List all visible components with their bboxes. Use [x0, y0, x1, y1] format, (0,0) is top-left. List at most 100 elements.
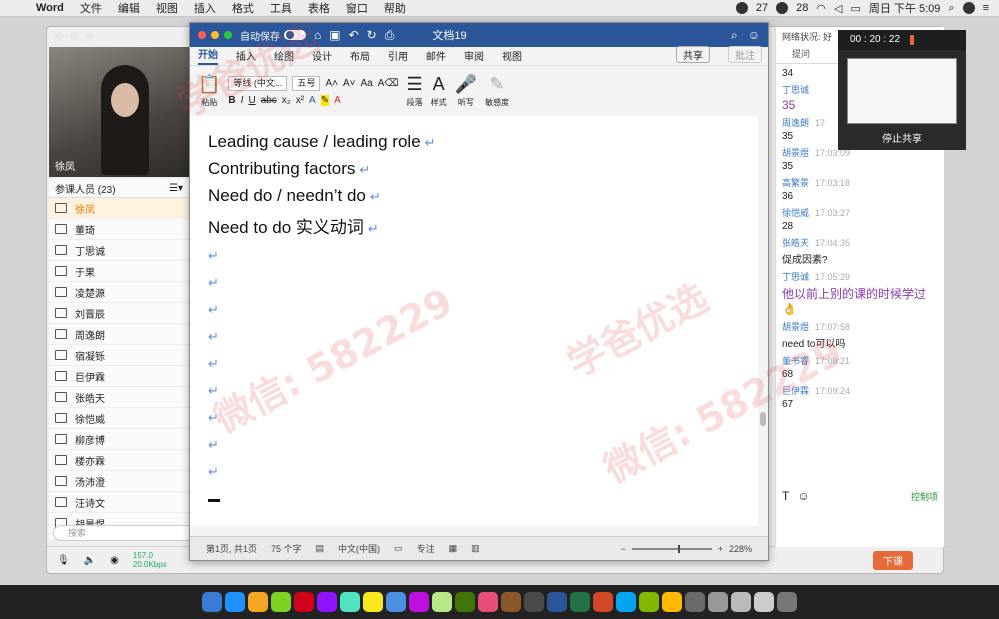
zoom-out-icon[interactable]: −: [620, 544, 625, 554]
emoji-icon[interactable]: ☺: [797, 489, 809, 503]
dock-app-icon[interactable]: [432, 592, 452, 612]
focus-icon[interactable]: ▭: [394, 543, 403, 554]
chat-sender[interactable]: 周逸朗: [782, 118, 809, 128]
strikethrough-icon[interactable]: abc: [261, 95, 277, 106]
menu-tools[interactable]: 工具: [262, 0, 300, 16]
tab-references[interactable]: 引用: [388, 48, 408, 65]
tab-layout[interactable]: 布局: [350, 48, 370, 65]
chat-sender[interactable]: 董书睿: [782, 356, 809, 366]
tab-insert[interactable]: 插入: [236, 48, 256, 65]
battery-icon[interactable]: ▭: [850, 2, 860, 15]
chat-sender[interactable]: 胡景煜: [782, 148, 809, 158]
clear-format-icon[interactable]: A⌫: [378, 78, 399, 89]
focus-mode[interactable]: 专注: [417, 542, 435, 555]
participant-item[interactable]: 汤沛澄: [49, 471, 189, 492]
dock-app-icon[interactable]: [317, 592, 337, 612]
clock[interactable]: 周日 下午 5:09: [869, 0, 941, 16]
menu-window[interactable]: 窗口: [338, 0, 376, 16]
zoom-level[interactable]: 228%: [729, 544, 752, 554]
dock-app-icon[interactable]: [202, 592, 222, 612]
dock-app-icon[interactable]: [363, 592, 383, 612]
badge-icon[interactable]: [776, 2, 789, 14]
comment-button[interactable]: 批注: [728, 46, 762, 63]
word-close-button[interactable]: [198, 31, 206, 39]
stop-share-button[interactable]: 停止共享: [838, 130, 966, 145]
highlight-icon[interactable]: ✎: [320, 95, 330, 106]
paragraph-group[interactable]: ☰ 段落: [407, 74, 423, 108]
zoom-knob[interactable]: [677, 544, 680, 553]
participant-item[interactable]: 汪诗文: [49, 492, 189, 513]
dock-app-icon[interactable]: [455, 592, 475, 612]
sensitivity-group[interactable]: ✎ 敏感度: [485, 74, 509, 108]
word-minimize-button[interactable]: [211, 31, 219, 39]
menu-file[interactable]: 文件: [72, 0, 110, 16]
subscript-icon[interactable]: x₂: [282, 95, 291, 106]
tab-draw[interactable]: 绘图: [274, 48, 294, 65]
text-effects-icon[interactable]: A: [309, 95, 316, 106]
minimize-button[interactable]: [70, 32, 79, 41]
undo-icon[interactable]: ↶: [349, 28, 359, 42]
vertical-scrollbar[interactable]: [758, 116, 768, 526]
autosave-switch[interactable]: [284, 30, 306, 40]
tab-home[interactable]: 开始: [198, 46, 218, 65]
search-icon[interactable]: ⌕: [948, 2, 954, 15]
tab-mailings[interactable]: 邮件: [426, 48, 446, 65]
dock-app-icon[interactable]: [547, 592, 567, 612]
dock-app-icon[interactable]: [708, 592, 728, 612]
chat-sender[interactable]: 高繁景: [782, 178, 809, 188]
italic-icon[interactable]: I: [241, 95, 244, 106]
chat-sender[interactable]: 胡景煜: [782, 322, 809, 332]
shrink-font-icon[interactable]: A˅: [343, 78, 356, 89]
print-layout-icon[interactable]: ▦: [449, 543, 458, 554]
dock-app-icon[interactable]: [777, 592, 797, 612]
wifi-icon[interactable]: ◠: [816, 2, 826, 15]
participant-item[interactable]: 徐凤: [49, 198, 189, 219]
web-layout-icon[interactable]: ▥: [471, 543, 480, 554]
chat-sender[interactable]: 丁思诚: [782, 272, 809, 282]
chat-sender[interactable]: 丁思诚: [782, 85, 809, 95]
dock-app-icon[interactable]: [409, 592, 429, 612]
participant-item[interactable]: 张皓天: [49, 387, 189, 408]
menu-app-name[interactable]: Word: [28, 2, 72, 14]
font-family-select[interactable]: 等线 (中文...: [228, 76, 288, 91]
volume-icon[interactable]: ◁: [834, 2, 842, 15]
paste-group[interactable]: 📋 粘贴: [198, 74, 220, 108]
doc-line[interactable]: Contributing factors ↵: [208, 159, 370, 179]
doc-line[interactable]: Leading cause / leading role ↵: [208, 132, 436, 152]
search-icon[interactable]: ⌕: [731, 28, 738, 43]
doc-line[interactable]: Need do / needn’t do ↵: [208, 186, 381, 206]
dock-app-icon[interactable]: [386, 592, 406, 612]
styles-group[interactable]: A 样式: [431, 74, 447, 108]
dock-app-icon[interactable]: [662, 592, 682, 612]
font-size-select[interactable]: 五号: [292, 76, 321, 91]
menu-help[interactable]: 帮助: [376, 0, 414, 16]
microphone-icon[interactable]: 🎙: [57, 555, 70, 566]
dock-app-icon[interactable]: [616, 592, 636, 612]
tab-view[interactable]: 视图: [502, 48, 522, 65]
participant-search[interactable]: 搜索: [53, 525, 199, 541]
dock-app-icon[interactable]: [478, 592, 498, 612]
dock-app-icon[interactable]: [524, 592, 544, 612]
text-format-icon[interactable]: T: [782, 489, 789, 503]
participant-item[interactable]: 凌楚源: [49, 282, 189, 303]
font-color-icon[interactable]: A: [334, 95, 341, 106]
chat-sender[interactable]: 张皓天: [782, 238, 809, 248]
save-icon[interactable]: ▣: [329, 28, 340, 42]
dock-app-icon[interactable]: [271, 592, 291, 612]
speaker-icon[interactable]: 🔈: [84, 555, 96, 566]
menu-edit[interactable]: 编辑: [110, 0, 148, 16]
participant-item[interactable]: 柳彦博: [49, 429, 189, 450]
zoom-in-icon[interactable]: +: [718, 544, 723, 554]
print-icon[interactable]: ⎙: [385, 28, 395, 43]
dock-app-icon[interactable]: [248, 592, 268, 612]
zoom-slider[interactable]: [631, 544, 712, 553]
wechat-icon[interactable]: [735, 2, 748, 14]
autosave-toggle[interactable]: 自动保存: [240, 28, 306, 43]
participant-item[interactable]: 董琦: [49, 219, 189, 240]
change-case-icon[interactable]: Aa: [360, 78, 372, 89]
dock-app-icon[interactable]: [754, 592, 774, 612]
participant-item[interactable]: 徐恺威: [49, 408, 189, 429]
redo-icon[interactable]: ↻: [367, 28, 377, 42]
dock-app-icon[interactable]: [340, 592, 360, 612]
page-count[interactable]: 第1页, 共1页: [206, 542, 257, 555]
